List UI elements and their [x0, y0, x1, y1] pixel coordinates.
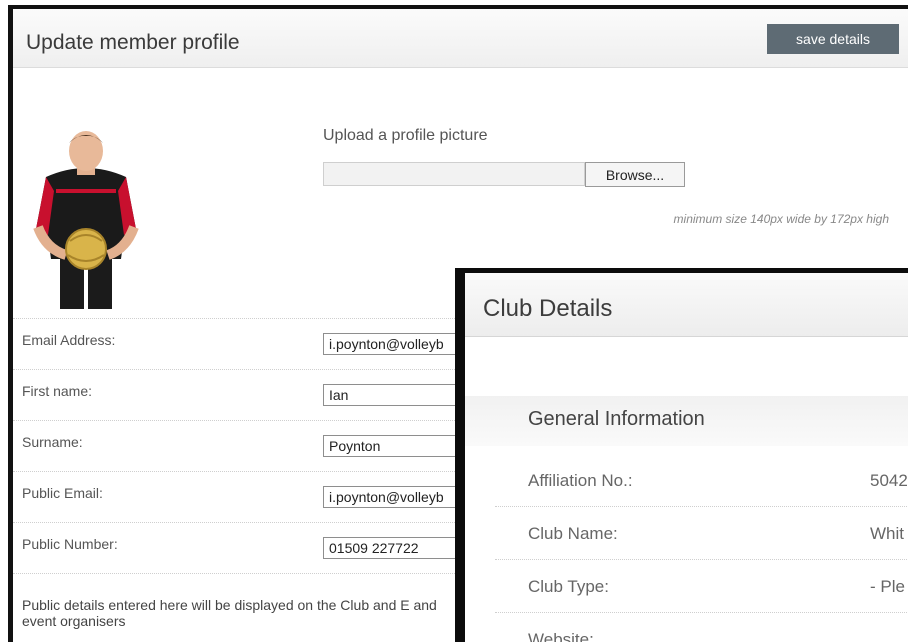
website-label: Website:	[528, 630, 594, 642]
club-row-website: Website:	[495, 613, 908, 642]
public-email-label: Public Email:	[22, 485, 103, 501]
affiliation-value: 5042	[870, 471, 908, 490]
club-header: Club Details	[465, 273, 908, 337]
club-name-value: Whit	[870, 524, 904, 543]
club-name-label: Club Name:	[528, 524, 618, 543]
general-info-title: General Information	[528, 408, 705, 430]
public-details-note: Public details entered here will be disp…	[22, 597, 437, 629]
surname-label: Surname:	[22, 434, 83, 450]
club-row-type: Club Type: - Ple	[495, 560, 908, 613]
club-type-label: Club Type:	[528, 577, 609, 596]
affiliation-label: Affiliation No.:	[528, 471, 633, 490]
email-label: Email Address:	[22, 332, 116, 348]
profile-photo	[33, 131, 139, 309]
upload-picture-label: Upload a profile picture	[323, 127, 488, 144]
save-details-button[interactable]: save details	[767, 24, 899, 54]
first-name-label: First name:	[22, 383, 93, 399]
club-row-affiliation: Affiliation No.: 5042	[495, 454, 908, 507]
page-title: Update member profile	[26, 31, 240, 54]
size-hint: minimum size 140px wide by 172px high	[673, 212, 889, 226]
club-details-panel: Club Details General Information Affilia…	[455, 268, 908, 642]
club-type-value: - Ple	[870, 577, 905, 596]
general-info-header: General Information	[465, 396, 908, 446]
browse-button[interactable]: Browse...	[585, 162, 685, 187]
file-path-field[interactable]	[323, 162, 585, 186]
public-number-label: Public Number:	[22, 536, 118, 552]
club-title: Club Details	[483, 295, 613, 322]
profile-header: Update member profile save details	[13, 9, 908, 68]
club-row-name: Club Name: Whit	[495, 507, 908, 560]
